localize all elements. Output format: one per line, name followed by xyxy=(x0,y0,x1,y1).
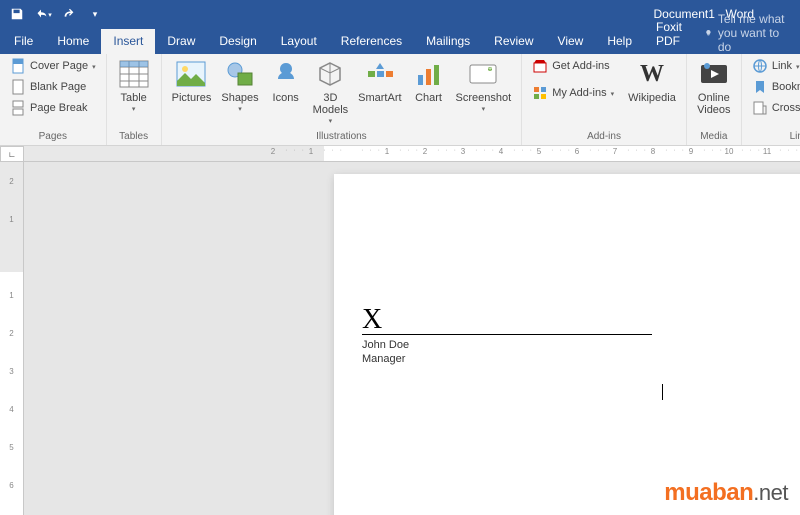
tab-selector[interactable]: ∟ xyxy=(0,146,24,162)
wikipedia-button[interactable]: WWikipedia xyxy=(624,56,680,104)
group-addins: Get Add-ins My Add-ins ▾ WWikipedia Add-… xyxy=(522,54,687,145)
screenshot-button[interactable]: +Screenshot▾ xyxy=(452,56,516,113)
cross-reference-button[interactable]: Cross-reference xyxy=(748,98,800,118)
group-label-media: Media xyxy=(693,129,735,145)
page[interactable]: X John Doe Manager xyxy=(334,174,800,515)
group-label-illustrations: Illustrations xyxy=(168,129,516,145)
group-label-pages: Pages xyxy=(6,129,100,145)
screenshot-icon: + xyxy=(467,58,499,90)
addins-icon xyxy=(532,85,548,101)
cover-page-icon xyxy=(10,58,26,74)
save-icon xyxy=(10,7,24,21)
pictures-icon xyxy=(175,58,207,90)
redo-icon xyxy=(62,7,76,21)
tab-draw[interactable]: Draw xyxy=(155,29,207,54)
tab-help[interactable]: Help xyxy=(595,29,644,54)
page-break-icon xyxy=(10,100,26,116)
quick-access-toolbar: ▾ ▾ xyxy=(6,3,106,25)
undo-icon xyxy=(34,7,48,21)
group-tables: Table▾ Tables xyxy=(107,54,162,145)
my-addins-button[interactable]: My Add-ins ▾ xyxy=(528,83,618,103)
lightbulb-icon xyxy=(705,26,712,40)
table-button[interactable]: Table▾ xyxy=(113,56,155,113)
group-media: Online Videos Media xyxy=(687,54,742,145)
workspace: ∟ 211234567891011 21123456 X John Doe Ma… xyxy=(0,146,800,515)
text-cursor xyxy=(662,384,663,400)
tell-me-search[interactable]: Tell me what you want to do xyxy=(695,12,800,54)
tab-layout[interactable]: Layout xyxy=(269,29,329,54)
tab-home[interactable]: Home xyxy=(45,29,101,54)
chart-button[interactable]: Chart xyxy=(408,56,450,104)
tab-design[interactable]: Design xyxy=(207,29,268,54)
signature-line[interactable]: X John Doe Manager xyxy=(362,304,652,365)
redo-button[interactable] xyxy=(58,3,80,25)
qat-customize[interactable]: ▾ xyxy=(84,3,106,25)
icons-button[interactable]: Icons xyxy=(265,56,307,104)
signer-name: John Doe xyxy=(362,339,652,351)
svg-text:+: + xyxy=(488,66,492,73)
link-icon xyxy=(752,58,768,74)
crossref-icon xyxy=(752,100,768,116)
tab-foxit-pdf[interactable]: Foxit PDF xyxy=(644,15,695,54)
group-label-addins: Add-ins xyxy=(528,129,680,145)
group-links: Link ▾ Bookmark Cross-reference Links xyxy=(742,54,800,145)
icons-icon xyxy=(270,58,302,90)
pictures-button[interactable]: Pictures xyxy=(168,56,216,104)
table-icon xyxy=(118,58,150,90)
watermark: muaban.net xyxy=(664,479,788,507)
chart-icon xyxy=(413,58,445,90)
shapes-icon xyxy=(224,58,256,90)
tab-insert[interactable]: Insert xyxy=(101,29,155,54)
document-canvas[interactable]: X John Doe Manager xyxy=(24,162,800,515)
tab-mailings[interactable]: Mailings xyxy=(414,29,482,54)
smartart-button[interactable]: SmartArt xyxy=(354,56,405,104)
group-label-links: Links xyxy=(748,129,800,145)
signer-title: Manager xyxy=(362,353,652,365)
bookmark-icon xyxy=(752,79,768,95)
group-label-tables: Tables xyxy=(113,129,155,145)
link-button[interactable]: Link ▾ xyxy=(748,56,800,76)
online-videos-button[interactable]: Online Videos xyxy=(693,56,735,116)
tab-file[interactable]: File xyxy=(2,29,45,54)
group-pages: Cover Page ▾ Blank Page Page Break Pages xyxy=(0,54,107,145)
get-addins-button[interactable]: Get Add-ins xyxy=(528,56,618,76)
blank-page-button[interactable]: Blank Page xyxy=(6,77,100,97)
ribbon: Cover Page ▾ Blank Page Page Break Pages… xyxy=(0,54,800,146)
ribbon-tabs: File Home Insert Draw Design Layout Refe… xyxy=(0,28,800,54)
tab-references[interactable]: References xyxy=(329,29,414,54)
bookmark-button[interactable]: Bookmark xyxy=(748,77,800,97)
video-icon xyxy=(698,58,730,90)
tab-review[interactable]: Review xyxy=(482,29,545,54)
save-button[interactable] xyxy=(6,3,28,25)
store-icon xyxy=(532,58,548,74)
blank-page-icon xyxy=(10,79,26,95)
page-break-button[interactable]: Page Break xyxy=(6,98,100,118)
wikipedia-icon: W xyxy=(636,58,668,90)
undo-button[interactable]: ▾ xyxy=(32,3,54,25)
vertical-ruler[interactable]: 21123456 xyxy=(0,162,24,515)
horizontal-ruler[interactable]: 211234567891011 xyxy=(24,146,800,162)
3d-models-button[interactable]: 3D Models▾ xyxy=(309,56,352,125)
signature-x: X xyxy=(362,304,652,336)
3d-models-icon xyxy=(314,58,346,90)
smartart-icon xyxy=(364,58,396,90)
tab-view[interactable]: View xyxy=(546,29,596,54)
shapes-button[interactable]: Shapes▾ xyxy=(217,56,262,113)
cover-page-button[interactable]: Cover Page ▾ xyxy=(6,56,100,76)
signature-underline xyxy=(362,334,652,335)
group-illustrations: Pictures Shapes▾ Icons 3D Models▾ SmartA… xyxy=(162,54,523,145)
